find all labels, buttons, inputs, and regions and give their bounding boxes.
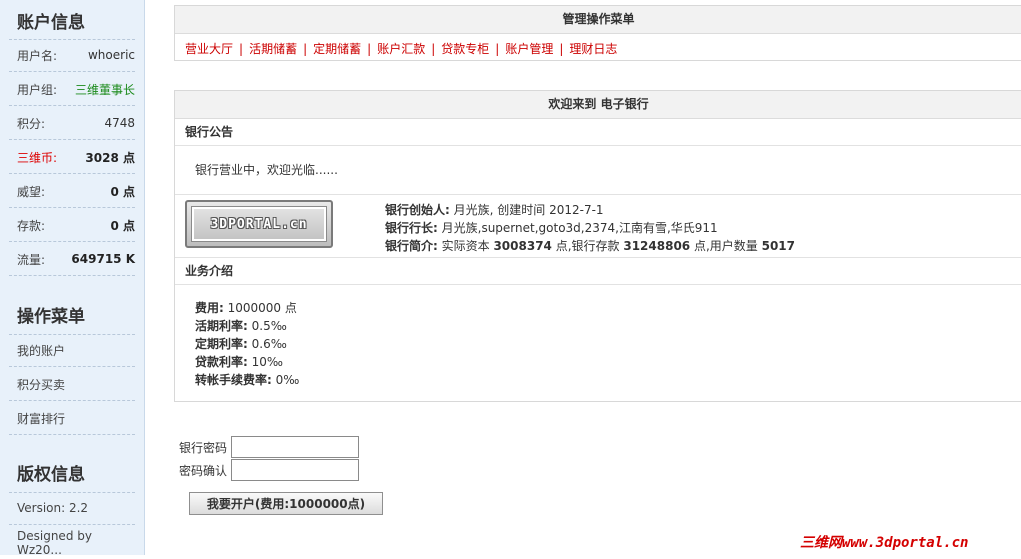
biz-value: 0‰ [271,373,300,387]
points-row: 积分: 4748 [9,107,135,140]
founder-value: 月光族, 创建时间 2012-7-1 [449,203,604,217]
designed-by-text: Designed by Wz20... [17,528,92,557]
biz-value: 1000000 点 [223,301,297,315]
biz-value: 10‰ [247,355,283,369]
password-label: 银行密码 [179,440,228,455]
prestige-row: 威望: 0 点 [9,175,135,208]
biz-label: 活期利率: [195,319,248,333]
copyright-header: 版权信息 [17,465,85,485]
points-value: 4748 [104,116,135,130]
intro-line: 银行简介: 实际资本 3008374 点,银行存款 31248806 点,用户数… [385,237,795,255]
intro-label: 银行简介: [385,239,438,253]
coins-value: 3028 点 [85,150,135,165]
logo-text: 3DPORTAL.cn [191,206,327,242]
sidebar-item-my-account[interactable]: 我的账户 [9,334,135,367]
biz-fee: 费用: 1000000 点 [195,299,1021,317]
deposit-label: 存款: [17,218,46,233]
biz-label: 定期利率: [195,337,248,351]
watermark: 三维网www.3dportal.cn [800,535,969,551]
deposits-value: 31248806 [623,239,691,253]
usergroup-value: 三维董事长 [74,82,135,97]
username-row: 用户名: whoeric [9,39,135,72]
traffic-row: 流量: 649715 K [9,243,135,276]
biz-value: 0.5‰ [247,319,287,333]
coins-row: 三维币: 3028 点 [9,141,135,174]
intro-text: 实际资本 [437,239,494,253]
president-value: 月光族,supernet,goto3d,2374,江南有雪,华氏911 [437,221,718,235]
admin-menu-panel: 管理操作菜单 营业大厅 | 活期储蓄 | 定期储蓄 | 账户汇款 | 贷款专柜 | 账户管理 | 理财日… [174,5,1021,61]
menu-link-current-savings[interactable]: 活期储蓄 [249,42,297,56]
founder-label: 银行创始人: [385,203,450,217]
points-label: 积分: [17,116,46,131]
menu-link-account-management[interactable]: 账户管理 [505,42,553,56]
confirm-row: 密码确认 [179,459,359,481]
prestige-label: 威望: [17,184,46,199]
password-confirm-input[interactable] [231,459,359,481]
biz-transfer-rate: 转帐手续费率: 0‰ [195,371,1021,389]
intro-text: 点,银行存款 [551,239,624,253]
username-value: whoeric [87,48,135,62]
president-label: 银行行长: [385,221,438,235]
admin-menu-links: 营业大厅 | 活期储蓄 | 定期储蓄 | 账户汇款 | 贷款专柜 | 账户管理 | 理财日志 [175,34,1021,57]
menu-link-remittance[interactable]: 账户汇款 [377,42,425,56]
biz-label: 贷款利率: [195,355,248,369]
confirm-label: 密码确认 [179,463,228,478]
password-row: 银行密码 [179,436,359,458]
biz-loan-rate: 贷款利率: 10‰ [195,353,1021,371]
link-separator: | [495,42,500,56]
link-separator: | [303,42,308,56]
deposit-row: 存款: 0 点 [9,209,135,242]
traffic-label: 流量: [17,252,46,267]
bank-password-input[interactable] [231,436,359,458]
sidebar-item-points-trade[interactable]: 积分买卖 [9,368,135,401]
operation-menu-header: 操作菜单 [17,307,85,327]
biz-current-rate: 活期利率: 0.5‰ [195,317,1021,335]
president-line: 银行行长: 月光族,supernet,goto3d,2374,江南有雪,华氏91… [385,219,795,237]
capital-value: 3008374 [493,239,552,253]
sidebar-item-wealth-ranking[interactable]: 财富排行 [9,402,135,435]
traffic-value: 649715 K [71,252,135,266]
welcome-title: 欢迎来到 电子银行 [175,91,1021,119]
biz-label: 费用: [195,301,224,315]
menu-link-fixed-savings[interactable]: 定期储蓄 [313,42,361,56]
bank-panel: 欢迎来到 电子银行 银行公告 银行营业中，欢迎光临...... 3DPORTAL… [174,90,1021,402]
business-title: 业务介绍 [175,258,1021,285]
link-separator: | [559,42,564,56]
sidebar: 账户信息 用户名: whoeric 用户组: 三维董事长 积分: 4748 三维… [0,0,145,557]
usergroup-row: 用户组: 三维董事长 [9,73,135,106]
username-label: 用户名: [17,48,58,63]
menu-link-loans[interactable]: 贷款专柜 [441,42,489,56]
users-value: 5017 [761,239,796,253]
link-separator: | [431,42,436,56]
menu-link-hall[interactable]: 营业大厅 [185,42,233,56]
founder-line: 银行创始人: 月光族, 创建时间 2012-7-1 [385,201,795,219]
business-info: 费用: 1000000 点 活期利率: 0.5‰ 定期利率: 0.6‰ 贷款利率… [175,285,1021,389]
bank-logo: 3DPORTAL.cn [185,200,333,248]
notice-text: 银行营业中，欢迎光临...... [195,163,338,177]
usergroup-label: 用户组: [17,82,58,97]
intro-text: 点,用户数量 [690,239,762,253]
link-separator: | [367,42,372,56]
prestige-value: 0 点 [110,184,135,199]
bank-info: 3DPORTAL.cn 银行创始人: 月光族, 创建时间 2012-7-1 银行… [175,195,1021,257]
menu-link-finance-log[interactable]: 理财日志 [569,42,617,56]
admin-menu-title: 管理操作菜单 [175,6,1021,34]
biz-label: 转帐手续费率: [195,373,272,387]
notice-title: 银行公告 [175,119,1021,146]
version-text: Version: 2.2 [9,492,135,525]
bank-details: 银行创始人: 月光族, 创建时间 2012-7-1 银行行长: 月光族,supe… [385,201,795,255]
coins-label: 三维币: [17,150,58,165]
open-account-button[interactable]: 我要开户(费用:1000000点) [189,492,383,515]
deposit-value: 0 点 [110,218,135,233]
link-separator: | [239,42,244,56]
biz-fixed-rate: 定期利率: 0.6‰ [195,335,1021,353]
biz-value: 0.6‰ [247,337,287,351]
account-info-header: 账户信息 [17,13,85,33]
